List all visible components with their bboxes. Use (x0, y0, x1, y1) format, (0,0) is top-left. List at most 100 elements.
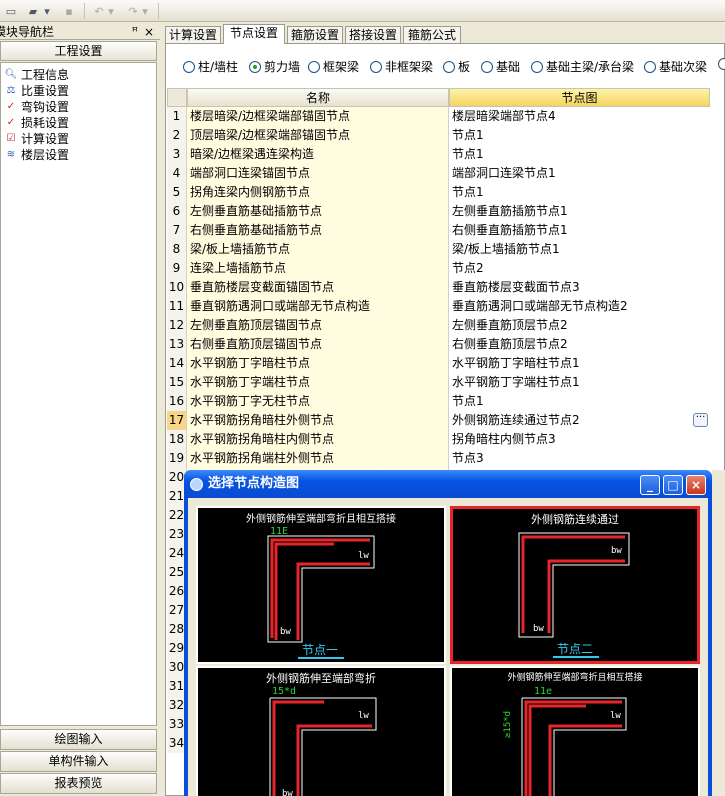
radio-circle-checked (249, 60, 261, 73)
table-row[interactable]: 4 端部洞口连梁锚固节点 端部洞口连梁节点1 (167, 164, 710, 183)
row-node-value: 端部洞口连梁节点1 (452, 166, 556, 180)
minimize-icon[interactable]: _ (640, 475, 660, 495)
nav-item-project-info[interactable]: 🔍︎ 工程信息 (1, 67, 156, 83)
nav-item-loss-settings[interactable]: ✓ 损耗设置 (1, 115, 156, 131)
table-row[interactable]: 17 水平钢筋拐角暗柱外侧节点 外侧钢筋连续通过节点2 ··· (167, 411, 710, 430)
table-row[interactable]: 12 左侧垂直筋顶层锚固节点 左侧垂直筋顶层节点2 (167, 316, 710, 335)
radio-column[interactable]: 柱/墙柱 (183, 58, 238, 75)
radio-shear-wall[interactable]: 剪力墙 (249, 58, 300, 75)
row-name-cell: 左侧垂直筋顶层锚固节点 (187, 316, 449, 335)
tab-stirrup-formula[interactable]: 箍筋公式 (403, 26, 461, 43)
save-icon[interactable]: ▪ (60, 2, 78, 20)
dialog-title: 选择节点构造图 (208, 476, 300, 491)
row-node-value: 拐角暗柱内侧节点3 (452, 432, 556, 446)
table-row[interactable]: 9 连梁上墙插筋节点 节点2 (167, 259, 710, 278)
open-dropdown-icon[interactable]: ▾ (42, 2, 52, 20)
row-node-cell[interactable]: 楼层暗梁端部节点4 (449, 107, 710, 126)
row-node-cell[interactable]: 外侧钢筋连续通过节点2 ··· (449, 411, 710, 430)
magnifier-icon: 🔍︎ (4, 69, 18, 80)
table-row[interactable]: 16 水平钢筋丁字无柱节点 节点1 (167, 392, 710, 411)
table-row[interactable]: 7 右侧垂直筋基础插筋节点 右侧垂直筋插筋节点1 (167, 221, 710, 240)
node-option-1[interactable]: 外侧钢筋伸至端部弯折且相互搭接 11E lw bw 节点一 (196, 506, 446, 664)
row-node-cell[interactable]: 右侧垂直筋顶层节点2 (449, 335, 710, 354)
drawing-input-button[interactable]: 绘图输入 (0, 729, 157, 750)
row-node-cell[interactable]: 节点3 (449, 449, 710, 468)
pin-icon[interactable]: ꟸ (132, 24, 138, 40)
node-option-3[interactable]: 外侧钢筋伸至端部弯折 15*d lw bw (196, 666, 446, 796)
radio-foundation-main-beam[interactable]: 基础主梁/承台梁 (531, 58, 634, 75)
hook-icon: ✓ (6, 101, 16, 112)
row-number: 10 (167, 278, 187, 297)
tab-lap-settings[interactable]: 搭接设置 (345, 26, 401, 43)
table-row[interactable]: 3 暗梁/边框梁遇连梁构造 节点1 (167, 145, 710, 164)
row-node-cell[interactable]: 左侧垂直筋插筋节点1 (449, 202, 710, 221)
radio-circle (531, 60, 543, 73)
row-node-cell[interactable]: 梁/板上墙插筋节点1 (449, 240, 710, 259)
maximize-icon[interactable]: □ (663, 475, 683, 495)
close-icon[interactable]: × (144, 24, 154, 40)
table-row[interactable]: 13 右侧垂直筋顶层锚固节点 右侧垂直筋顶层节点2 (167, 335, 710, 354)
row-node-value: 节点1 (452, 394, 484, 408)
row-node-cell[interactable]: 节点1 (449, 392, 710, 411)
row-name-cell: 连梁上墙插筋节点 (187, 259, 449, 278)
row-node-cell[interactable]: 垂直筋遇洞口或端部无节点构造2 (449, 297, 710, 316)
single-component-input-button[interactable]: 单构件输入 (0, 751, 157, 772)
row-node-cell[interactable]: 节点2 (449, 259, 710, 278)
table-row[interactable]: 11 垂直钢筋遇洞口或端部无节点构造 垂直筋遇洞口或端部无节点构造2 (167, 297, 710, 316)
row-node-cell[interactable]: 节点1 (449, 183, 710, 202)
rebar-outer (524, 700, 622, 796)
dim-label-side: bw (611, 546, 622, 556)
radio-non-frame-beam[interactable]: 非框架梁 (370, 58, 433, 75)
radio-foundation[interactable]: 基础 (481, 58, 520, 75)
dialog-titlebar[interactable]: 选择节点构造图 (184, 470, 712, 498)
node-option-2[interactable]: 外侧钢筋连续通过 bw bw 节点二 (450, 506, 700, 664)
tab-stirrup-settings[interactable]: 箍筋设置 (287, 26, 343, 43)
column-header-name[interactable]: 名称 (187, 88, 449, 107)
row-node-cell[interactable]: 水平钢筋丁字端柱节点1 (449, 373, 710, 392)
dim-label-side: lw (358, 711, 369, 721)
table-row[interactable]: 2 顶层暗梁/边框梁端部锚固节点 节点1 (167, 126, 710, 145)
tab-calc-settings[interactable]: 计算设置 (165, 26, 221, 43)
radio-slab[interactable]: 板 (443, 58, 470, 75)
nav-section-project-settings[interactable]: 工程设置 (0, 41, 157, 61)
close-icon[interactable]: × (686, 475, 706, 495)
diagram-caption: 节点二 (557, 642, 593, 656)
column-header-node[interactable]: 节点图 (449, 88, 710, 107)
row-node-cell[interactable]: 垂直筋楼层变截面节点3 (449, 278, 710, 297)
table-row[interactable]: 5 拐角连梁内侧钢筋节点 节点1 (167, 183, 710, 202)
row-node-cell[interactable]: 拐角暗柱内侧节点3 (449, 430, 710, 449)
table-row[interactable]: 18 水平钢筋拐角暗柱内侧节点 拐角暗柱内侧节点3 (167, 430, 710, 449)
nav-item-hook-settings[interactable]: ✓ 弯钩设置 (1, 99, 156, 115)
table-row[interactable]: 1 楼层暗梁/边框梁端部锚固节点 楼层暗梁端部节点4 (167, 107, 710, 126)
nav-item-weight-settings[interactable]: ⚖︎ 比重设置 (1, 83, 156, 99)
ellipsis-button[interactable]: ··· (693, 413, 708, 427)
table-row[interactable]: 6 左侧垂直筋基础插筋节点 左侧垂直筋插筋节点1 (167, 202, 710, 221)
undo-dropdown-icon[interactable]: ▾ (106, 2, 116, 20)
nav-item-calc-settings[interactable]: ☑ 计算设置 (1, 131, 156, 147)
table-row[interactable]: 19 水平钢筋拐角端柱外侧节点 节点3 (167, 449, 710, 468)
radio-more[interactable] (718, 58, 725, 70)
row-node-cell[interactable]: 端部洞口连梁节点1 (449, 164, 710, 183)
row-node-cell[interactable]: 节点1 (449, 126, 710, 145)
report-preview-button[interactable]: 报表预览 (0, 773, 157, 794)
tab-node-settings[interactable]: 节点设置 (223, 24, 285, 44)
nav-item-floor-settings[interactable]: ≋ 楼层设置 (1, 147, 156, 163)
row-name-cell: 右侧垂直筋基础插筋节点 (187, 221, 449, 240)
radio-frame-beam[interactable]: 框架梁 (308, 58, 359, 75)
table-row[interactable]: 15 水平钢筋丁字端柱节点 水平钢筋丁字端柱节点1 (167, 373, 710, 392)
rebar-outer-continuous (521, 535, 625, 633)
diagram-title: 外侧钢筋伸至端部弯折 (266, 671, 376, 685)
table-row[interactable]: 14 水平钢筋丁字暗柱节点 水平钢筋丁字暗柱节点1 (167, 354, 710, 373)
radio-foundation-secondary-beam[interactable]: 基础次梁 (644, 58, 707, 75)
row-node-cell[interactable]: 节点1 (449, 145, 710, 164)
row-node-cell[interactable]: 左侧垂直筋顶层节点2 (449, 316, 710, 335)
new-file-icon[interactable]: ▭ (2, 2, 20, 20)
table-row[interactable]: 8 梁/板上墙插筋节点 梁/板上墙插筋节点1 (167, 240, 710, 259)
row-node-cell[interactable]: 水平钢筋丁字暗柱节点1 (449, 354, 710, 373)
row-node-cell[interactable]: 右侧垂直筋插筋节点1 (449, 221, 710, 240)
redo-dropdown-icon[interactable]: ▾ (140, 2, 150, 20)
table-row[interactable]: 10 垂直筋楼层变截面锚固节点 垂直筋楼层变截面节点3 (167, 278, 710, 297)
node-option-4[interactable]: 外侧钢筋伸至端部弯折且相互搭接 11e ≥15*d lw (450, 666, 700, 796)
open-folder-icon[interactable]: ▰ (24, 2, 42, 20)
grid-header: 名称 节点图 (167, 88, 710, 107)
